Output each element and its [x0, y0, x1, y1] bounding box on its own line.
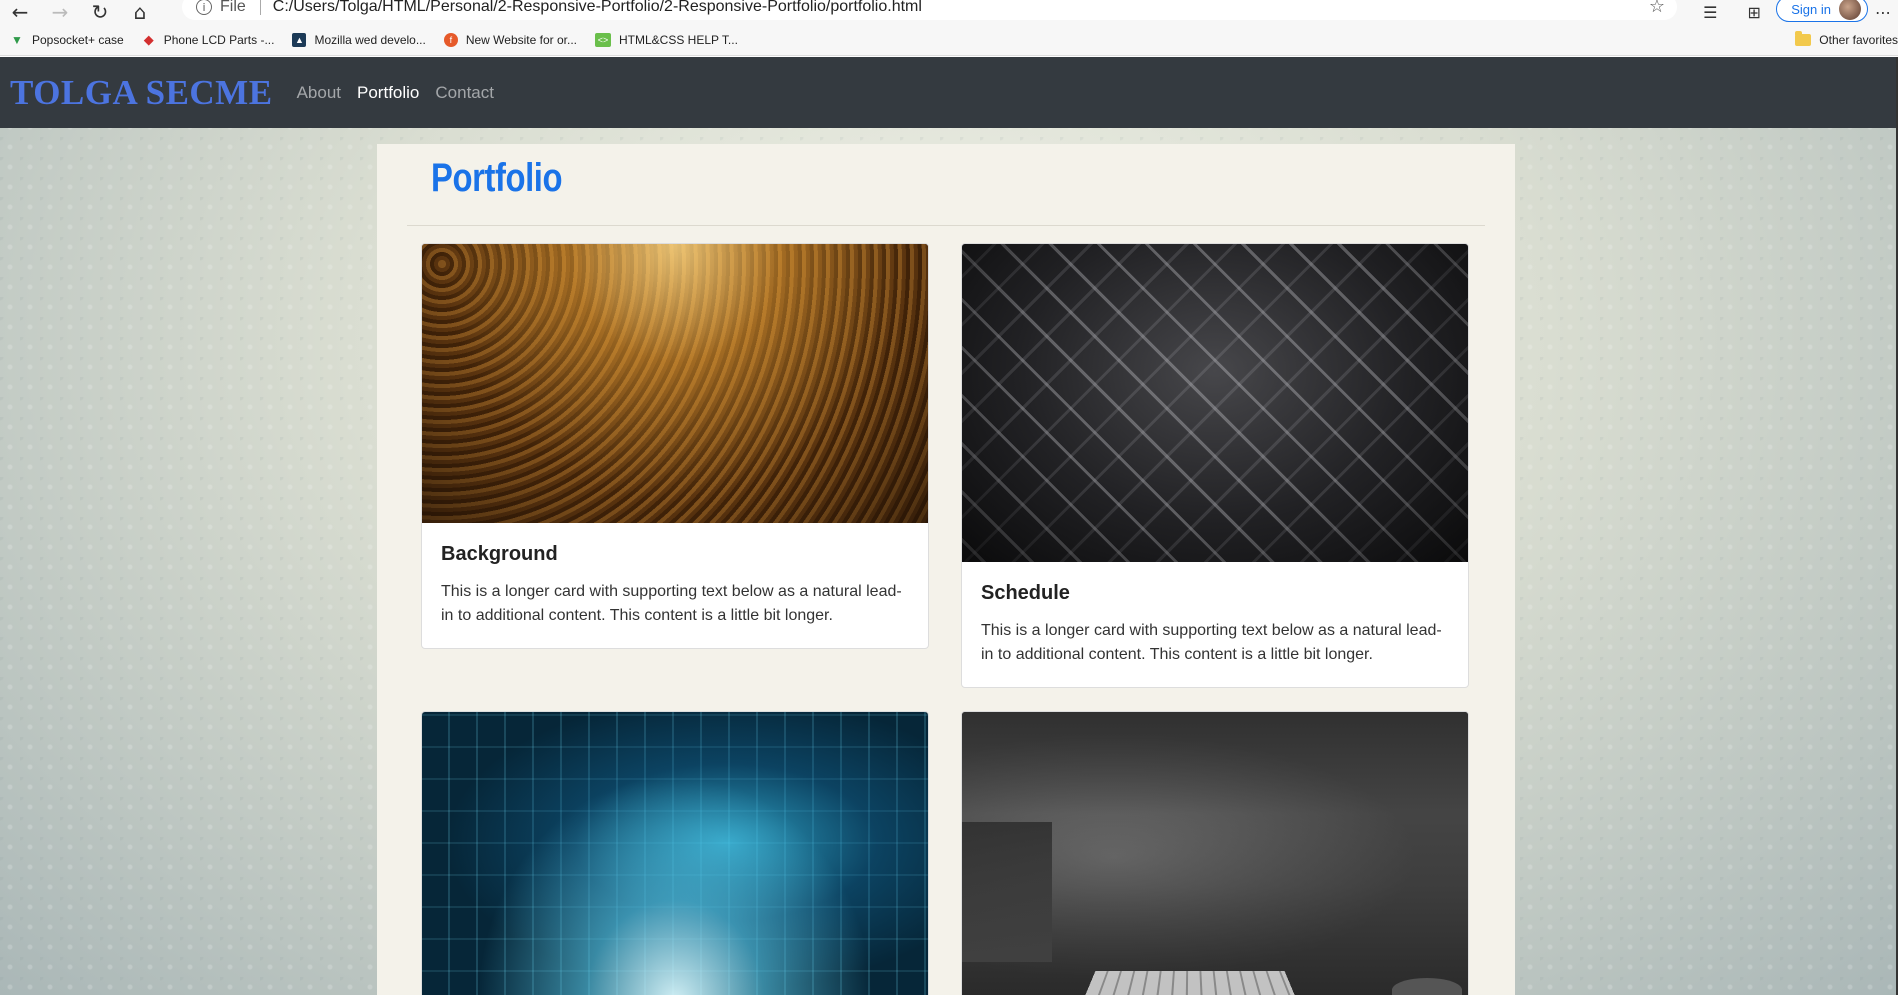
bookmark-label: Mozilla wed develo... [314, 33, 425, 47]
other-favorites[interactable]: Other favorites [1795, 24, 1898, 56]
fiverr-icon: f [444, 33, 458, 47]
favorite-star-icon[interactable]: ☆ [1649, 0, 1665, 17]
toolbar-right: ☰ ⊞ Sign in ⋯ [1688, 0, 1898, 24]
v-icon: ▼ [10, 33, 24, 47]
page-title: Portfolio [431, 156, 562, 201]
card-schedule[interactable]: Schedule This is a longer card with supp… [961, 243, 1469, 688]
card-image-desk-keyboard [962, 712, 1468, 995]
address-bar[interactable]: i File C:/Users/Tolga/HTML/Personal/2-Re… [182, 0, 1677, 20]
card-image-damask [422, 244, 928, 523]
info-icon[interactable]: i [196, 0, 212, 15]
title-divider [407, 225, 1485, 226]
laptop-shape [962, 822, 1052, 962]
diamond-icon: ◆ [142, 33, 156, 47]
more-menu-icon[interactable]: ⋯ [1868, 3, 1898, 22]
bookmark-new-website[interactable]: f New Website for or... [444, 33, 577, 47]
bookmark-label: Popsocket+ case [32, 33, 124, 47]
brand-logo[interactable]: TOLGA SECME [10, 73, 273, 113]
bookmark-mozilla[interactable]: ▲ Mozilla wed develo... [292, 33, 425, 47]
nav-link-contact[interactable]: Contact [435, 83, 494, 103]
address-separator [260, 0, 261, 15]
bookmark-phone-lcd[interactable]: ◆ Phone LCD Parts -... [142, 33, 275, 47]
mouse-shape [1392, 978, 1462, 995]
nav-link-portfolio[interactable]: Portfolio [357, 83, 419, 103]
card-body: Schedule This is a longer card with supp… [962, 562, 1468, 687]
card-body: Background This is a longer card with su… [422, 523, 928, 648]
collections-icon[interactable]: ⊞ [1732, 3, 1776, 22]
refresh-icon[interactable]: ↻ [80, 0, 120, 24]
sign-in-button[interactable]: Sign in [1776, 0, 1868, 22]
nav-link-about[interactable]: About [297, 83, 341, 103]
keyboard-shape [1084, 971, 1296, 995]
favorites-list-icon[interactable]: ☰ [1688, 3, 1732, 22]
file-label: File [220, 0, 246, 16]
browser-toolbar: ← → ↻ ⌂ i File C:/Users/Tolga/HTML/Perso… [0, 0, 1898, 24]
url-text[interactable]: C:/Users/Tolga/HTML/Personal/2-Responsiv… [273, 0, 922, 16]
bookmarks-bar: ▼ Popsocket+ case ◆ Phone LCD Parts -...… [0, 24, 1898, 56]
avatar [1839, 0, 1861, 20]
nav-links: About Portfolio Contact [297, 83, 494, 103]
card-title: Background [441, 543, 909, 566]
site-navbar: TOLGA SECME About Portfolio Contact [0, 57, 1896, 128]
bookmark-html-css[interactable]: <> HTML&CSS HELP T... [595, 33, 738, 47]
folder-icon [1795, 34, 1811, 46]
sign-in-label: Sign in [1791, 2, 1831, 17]
card-circuit[interactable] [421, 711, 929, 995]
bookmark-label: New Website for or... [466, 33, 577, 47]
html-icon: <> [595, 33, 611, 47]
card-text: This is a longer card with supporting te… [981, 619, 1449, 667]
card-image-metal-plate [962, 244, 1468, 562]
content-panel: Portfolio Background This is a longer ca… [377, 144, 1515, 995]
back-icon[interactable]: ← [0, 0, 40, 24]
bookmark-label: HTML&CSS HELP T... [619, 33, 738, 47]
forward-icon[interactable]: → [40, 0, 80, 24]
home-icon[interactable]: ⌂ [120, 0, 160, 24]
bookmark-label: Phone LCD Parts -... [164, 33, 275, 47]
card-desk[interactable] [961, 711, 1469, 995]
card-text: This is a longer card with supporting te… [441, 580, 909, 628]
card-image-circuit-brain [422, 712, 928, 995]
page-viewport: TOLGA SECME About Portfolio Contact Port… [0, 57, 1898, 995]
card-title: Schedule [981, 582, 1449, 605]
other-favorites-label: Other favorites [1819, 33, 1898, 47]
mdn-icon: ▲ [292, 33, 306, 47]
bookmark-popsocket[interactable]: ▼ Popsocket+ case [10, 33, 124, 47]
card-background[interactable]: Background This is a longer card with su… [421, 243, 929, 649]
